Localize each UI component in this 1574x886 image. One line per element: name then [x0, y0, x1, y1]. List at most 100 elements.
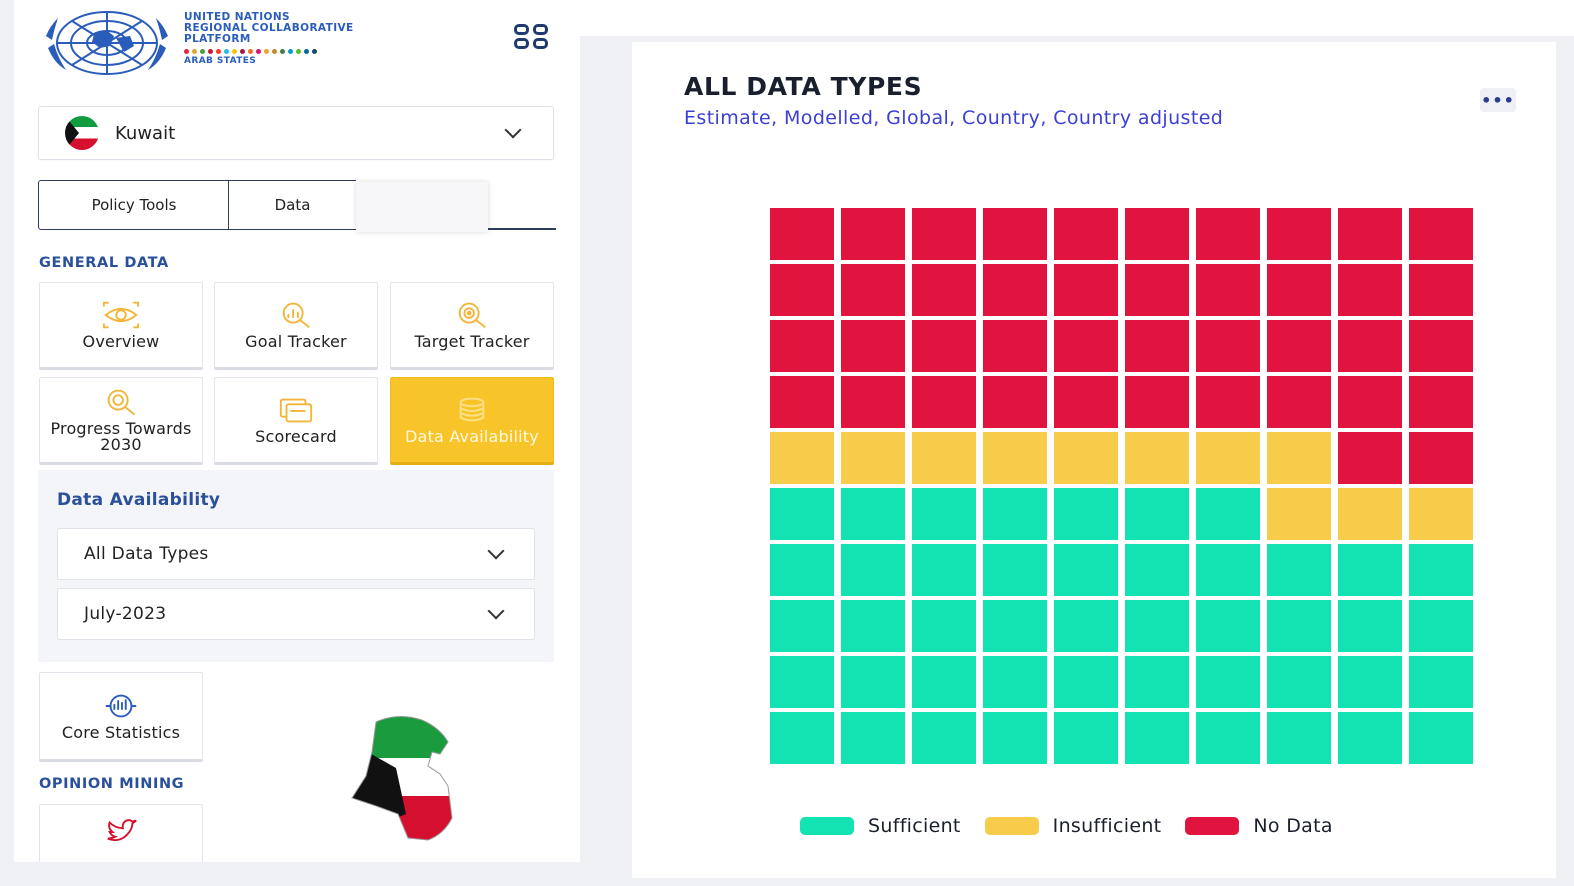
- database-icon: [453, 395, 491, 425]
- tab-policy-tools[interactable]: Policy Tools: [38, 180, 230, 230]
- waffle-cell-sufficient: [1338, 544, 1402, 596]
- waffle-cell-no-data: [1054, 376, 1118, 428]
- waffle-cell-sufficient: [1409, 656, 1473, 708]
- core-statistics-tile[interactable]: Core Statistics: [39, 672, 203, 762]
- progress-towards-2030-tile[interactable]: Progress Towards 2030: [39, 377, 203, 465]
- waffle-cell-sufficient: [770, 656, 834, 708]
- data-type-select[interactable]: All Data Types: [57, 528, 535, 580]
- apps-grid-icon[interactable]: [514, 24, 550, 52]
- target-tracker-tile[interactable]: Target Tracker: [390, 282, 554, 370]
- waffle-cell-no-data: [1267, 376, 1331, 428]
- waffle-cell-no-data: [770, 264, 834, 316]
- waffle-cell-no-data: [1409, 264, 1473, 316]
- waffle-cell-sufficient: [1054, 656, 1118, 708]
- core-statistics-icon: [102, 691, 140, 721]
- waffle-cell-no-data: [912, 208, 976, 260]
- data-availability-tile[interactable]: Data Availability: [390, 377, 554, 465]
- org-line-4: ARAB STATES: [184, 56, 257, 66]
- waffle-cell-no-data: [1338, 432, 1402, 484]
- waffle-cell-insufficient: [1125, 432, 1189, 484]
- goal-tracker-tile[interactable]: Goal Tracker: [214, 282, 378, 370]
- waffle-cell-sufficient: [1196, 712, 1260, 764]
- data-type-select-value: All Data Types: [84, 544, 209, 564]
- waffle-cell-no-data: [1125, 208, 1189, 260]
- waffle-cell-no-data: [841, 320, 905, 372]
- waffle-cell-sufficient: [912, 488, 976, 540]
- waffle-cell-no-data: [1196, 264, 1260, 316]
- waffle-cell-no-data: [983, 264, 1047, 316]
- twitter-tile[interactable]: [39, 804, 203, 862]
- chevron-down-icon: [504, 121, 522, 139]
- waffle-cell-sufficient: [1125, 488, 1189, 540]
- waffle-cell-no-data: [1338, 376, 1402, 428]
- waffle-cell-sufficient: [983, 544, 1047, 596]
- waffle-cell-sufficient: [1409, 600, 1473, 652]
- waffle-cell-no-data: [770, 376, 834, 428]
- waffle-cell-sufficient: [770, 600, 834, 652]
- waffle-cell-sufficient: [1196, 544, 1260, 596]
- waffle-cell-sufficient: [1125, 712, 1189, 764]
- data-availability-panel: Data Availability All Data Types July-20…: [38, 470, 554, 662]
- overview-tile[interactable]: Overview: [39, 282, 203, 370]
- waffle-cell-sufficient: [841, 656, 905, 708]
- legend-item-no-data: No Data: [1185, 815, 1332, 837]
- waffle-cell-insufficient: [1267, 432, 1331, 484]
- waffle-cell-sufficient: [770, 544, 834, 596]
- waffle-cell-no-data: [983, 376, 1047, 428]
- data-availability-label: Data Availability: [405, 427, 539, 446]
- waffle-cell-sufficient: [770, 712, 834, 764]
- legend-item-insufficient: Insufficient: [984, 815, 1162, 837]
- waffle-cell-sufficient: [912, 600, 976, 652]
- waffle-cell-no-data: [1267, 320, 1331, 372]
- kuwait-map-icon: [351, 716, 453, 841]
- legend-swatch-insufficient: [984, 817, 1039, 835]
- waffle-cell-no-data: [1338, 208, 1402, 260]
- sdg-color-dots: [184, 49, 404, 54]
- country-select[interactable]: Kuwait: [38, 106, 554, 160]
- waffle-cell-insufficient: [912, 432, 976, 484]
- waffle-cell-insufficient: [1054, 432, 1118, 484]
- waffle-cell-no-data: [1267, 208, 1331, 260]
- waffle-cell-sufficient: [1125, 544, 1189, 596]
- waffle-cell-no-data: [770, 320, 834, 372]
- waffle-cell-sufficient: [841, 712, 905, 764]
- waffle-cell-no-data: [841, 208, 905, 260]
- waffle-cell-sufficient: [983, 600, 1047, 652]
- waffle-cell-sufficient: [1054, 712, 1118, 764]
- scorecard-icon: [277, 395, 315, 425]
- more-options-button[interactable]: •••: [1480, 88, 1516, 112]
- sidebar: UNITED NATIONS REGIONAL COLLABORATIVE PL…: [14, 0, 580, 862]
- waffle-cell-sufficient: [1125, 656, 1189, 708]
- waffle-cell-insufficient: [770, 432, 834, 484]
- waffle-cell-no-data: [1409, 432, 1473, 484]
- waffle-cell-sufficient: [912, 712, 976, 764]
- chart-title: ALL DATA TYPES: [684, 72, 923, 101]
- waffle-cell-no-data: [1267, 264, 1331, 316]
- scorecard-tile[interactable]: Scorecard: [214, 377, 378, 465]
- date-select[interactable]: July-2023: [57, 588, 535, 640]
- chart-legend: Sufficient Insufficient No Data: [800, 812, 1357, 840]
- waffle-cell-no-data: [912, 376, 976, 428]
- country-select-value: Kuwait: [115, 122, 176, 144]
- waffle-cell-sufficient: [1338, 712, 1402, 764]
- chart-panel: ALL DATA TYPES Estimate, Modelled, Globa…: [632, 42, 1556, 878]
- waffle-cell-insufficient: [1267, 488, 1331, 540]
- waffle-cell-sufficient: [912, 544, 976, 596]
- waffle-cell-no-data: [770, 208, 834, 260]
- waffle-cell-sufficient: [983, 656, 1047, 708]
- data-availability-heading: Data Availability: [57, 490, 221, 510]
- waffle-cell-sufficient: [841, 544, 905, 596]
- waffle-cell-no-data: [912, 320, 976, 372]
- waffle-cell-insufficient: [1409, 488, 1473, 540]
- opinion-mining-heading: OPINION MINING: [39, 776, 185, 792]
- waffle-cell-sufficient: [1267, 544, 1331, 596]
- tab-underline: [488, 228, 556, 230]
- waffle-cell-sufficient: [1196, 656, 1260, 708]
- waffle-cell-no-data: [841, 376, 905, 428]
- tab-bar: Policy Tools Data: [38, 180, 558, 232]
- top-bar: [580, 0, 1574, 36]
- org-line-3: PLATFORM: [184, 33, 251, 45]
- tab-data[interactable]: Data: [228, 180, 356, 230]
- waffle-cell-sufficient: [912, 656, 976, 708]
- legend-label-no-data: No Data: [1253, 815, 1333, 837]
